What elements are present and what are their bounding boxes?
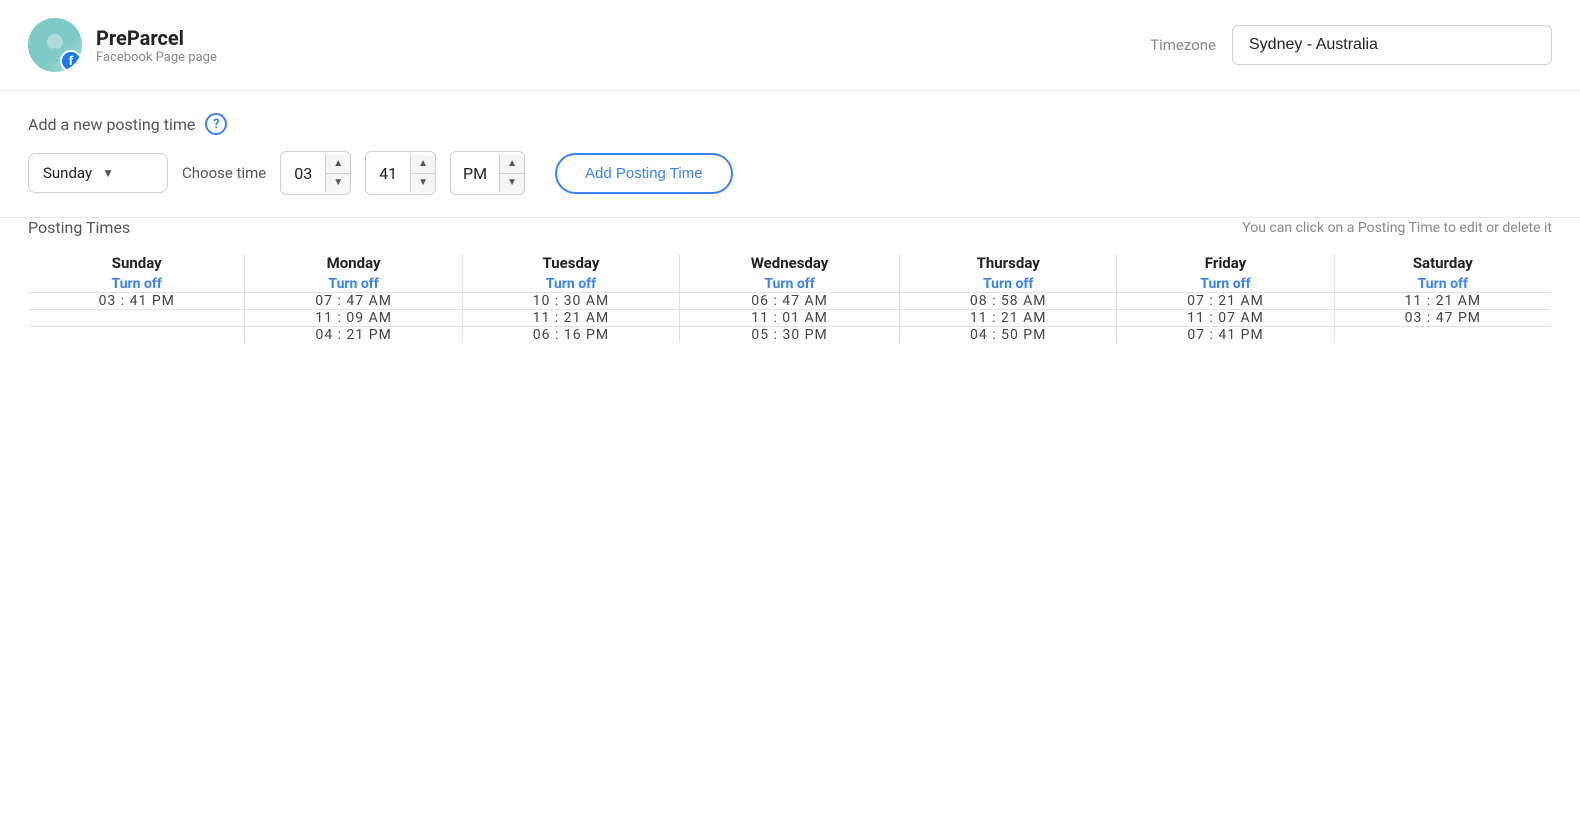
- controls-row: Sunday ▼ Choose time 03 ▲ ▼ 41 ▲ ▼ PM ▲ …: [28, 151, 1552, 195]
- hour-arrows: ▲ ▼: [325, 155, 350, 192]
- avatar: f: [28, 18, 82, 72]
- timezone-label: Timezone: [1150, 36, 1216, 54]
- day-name-wednesday: Wednesday: [680, 254, 899, 272]
- table-row[interactable]: 03 : 41 PM: [29, 293, 245, 310]
- timezone-section: Timezone: [1150, 25, 1552, 65]
- table-row[interactable]: 07 : 21 AM: [1117, 293, 1334, 310]
- ampm-down-button[interactable]: ▼: [500, 174, 524, 192]
- brand: f PreParcel Facebook Page page: [28, 18, 217, 72]
- turn-off-wednesday[interactable]: Turn off: [680, 276, 899, 292]
- chevron-down-icon: ▼: [102, 166, 114, 180]
- add-posting-label: Add a new posting time: [28, 115, 195, 134]
- day-header-tuesday: Tuesday Turn off: [462, 254, 679, 293]
- turn-off-tuesday[interactable]: Turn off: [463, 276, 679, 292]
- table-row[interactable]: 10 : 30 AM: [462, 293, 679, 310]
- turn-off-saturday[interactable]: Turn off: [1335, 276, 1551, 292]
- timezone-input[interactable]: [1232, 25, 1552, 65]
- turn-off-monday[interactable]: Turn off: [245, 276, 461, 292]
- choose-time-label: Choose time: [182, 164, 266, 182]
- brand-name: PreParcel: [96, 26, 217, 50]
- table-row[interactable]: 04 : 21 PM: [245, 327, 462, 344]
- ampm-value: PM: [451, 164, 499, 183]
- posting-times-title: Posting Times: [28, 218, 130, 237]
- table-row[interactable]: 06 : 47 AM: [680, 293, 900, 310]
- posting-times-hint: You can click on a Posting Time to edit …: [1242, 220, 1552, 236]
- ampm-arrows: ▲ ▼: [499, 155, 524, 192]
- add-posting-button[interactable]: Add Posting Time: [555, 153, 733, 194]
- ampm-spinner: PM ▲ ▼: [450, 151, 525, 195]
- table-row[interactable]: 11 : 21 AM: [900, 310, 1117, 327]
- table-row[interactable]: 03 : 47 PM: [1334, 310, 1551, 327]
- hour-up-button[interactable]: ▲: [326, 155, 350, 174]
- posting-times-section: Posting Times You can click on a Posting…: [0, 218, 1580, 372]
- day-name-tuesday: Tuesday: [463, 254, 679, 272]
- minute-value: 41: [366, 164, 410, 183]
- hour-value: 03: [281, 164, 325, 183]
- day-name-thursday: Thursday: [900, 254, 1116, 272]
- turn-off-sunday[interactable]: Turn off: [29, 276, 244, 292]
- day-name-sunday: Sunday: [29, 254, 244, 272]
- day-header-wednesday: Wednesday Turn off: [680, 254, 900, 293]
- day-header-thursday: Thursday Turn off: [900, 254, 1117, 293]
- minute-up-button[interactable]: ▲: [411, 155, 435, 174]
- posting-times-header: Posting Times You can click on a Posting…: [28, 218, 1552, 237]
- day-name-saturday: Saturday: [1335, 254, 1551, 272]
- add-posting-title: Add a new posting time ?: [28, 113, 1552, 135]
- minute-down-button[interactable]: ▼: [411, 174, 435, 192]
- turn-off-friday[interactable]: Turn off: [1117, 276, 1333, 292]
- table-row: [29, 327, 245, 344]
- day-name-monday: Monday: [245, 254, 461, 272]
- table-row[interactable]: 08 : 58 AM: [900, 293, 1117, 310]
- hour-down-button[interactable]: ▼: [326, 174, 350, 192]
- day-header-saturday: Saturday Turn off: [1334, 254, 1551, 293]
- ampm-up-button[interactable]: ▲: [500, 155, 524, 174]
- add-posting-section: Add a new posting time ? Sunday ▼ Choose…: [0, 91, 1580, 217]
- facebook-badge: f: [60, 50, 82, 72]
- help-icon[interactable]: ?: [205, 113, 227, 135]
- table-row[interactable]: 04 : 50 PM: [900, 327, 1117, 344]
- brand-text: PreParcel Facebook Page page: [96, 26, 217, 65]
- day-header-friday: Friday Turn off: [1117, 254, 1334, 293]
- table-row[interactable]: 06 : 16 PM: [462, 327, 679, 344]
- table-row: [29, 310, 245, 327]
- table-row[interactable]: 11 : 01 AM: [680, 310, 900, 327]
- table-row[interactable]: 11 : 07 AM: [1117, 310, 1334, 327]
- day-select[interactable]: Sunday ▼: [28, 153, 168, 193]
- table-row[interactable]: 11 : 21 AM: [1334, 293, 1551, 310]
- day-name-friday: Friday: [1117, 254, 1333, 272]
- minute-arrows: ▲ ▼: [410, 155, 435, 192]
- minute-spinner: 41 ▲ ▼: [365, 151, 436, 195]
- day-header-monday: Monday Turn off: [245, 254, 462, 293]
- turn-off-thursday[interactable]: Turn off: [900, 276, 1116, 292]
- table-row[interactable]: 07 : 47 AM: [245, 293, 462, 310]
- table-row: [1334, 327, 1551, 344]
- day-header-sunday: Sunday Turn off: [29, 254, 245, 293]
- brand-subtitle: Facebook Page page: [96, 50, 217, 65]
- day-select-value: Sunday: [43, 164, 92, 182]
- hour-spinner: 03 ▲ ▼: [280, 151, 351, 195]
- table-row[interactable]: 11 : 09 AM: [245, 310, 462, 327]
- table-row[interactable]: 11 : 21 AM: [462, 310, 679, 327]
- table-row[interactable]: 07 : 41 PM: [1117, 327, 1334, 344]
- table-row[interactable]: 05 : 30 PM: [680, 327, 900, 344]
- schedule-table: SundayTurn offMondayTurn offTuesdayTurn …: [28, 253, 1552, 344]
- header: f PreParcel Facebook Page page Timezone: [0, 0, 1580, 90]
